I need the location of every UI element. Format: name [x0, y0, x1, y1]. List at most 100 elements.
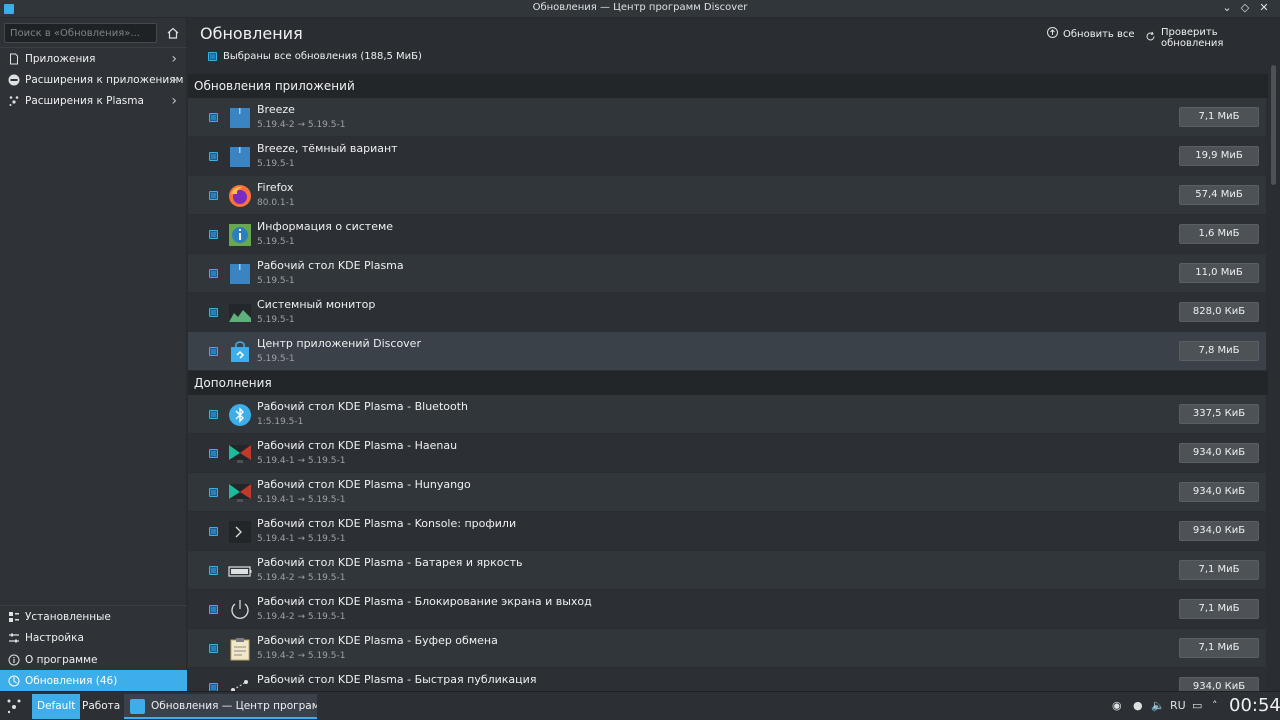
- package-version: 5.19.5-1: [257, 354, 295, 364]
- row-checkbox[interactable]: [209, 605, 218, 614]
- update-row[interactable]: Рабочий стол KDE Plasma - Haenau 5.19.4-…: [188, 434, 1266, 473]
- minimize-icon[interactable]: ⌄: [1220, 1, 1234, 15]
- update-row[interactable]: Рабочий стол KDE Plasma - Блокирование э…: [188, 590, 1266, 629]
- row-checkbox[interactable]: [209, 488, 218, 497]
- package-name: Breeze: [257, 103, 295, 116]
- update-row[interactable]: Рабочий стол KDE Plasma - Bluetooth 1:5.…: [188, 395, 1266, 434]
- package-size: 7,1 МиБ: [1179, 560, 1259, 580]
- sidebar-item-about[interactable]: О программе: [0, 649, 187, 670]
- chevron-right-icon: ›: [171, 51, 177, 67]
- sidebar-item-installed[interactable]: Установленные: [0, 606, 187, 627]
- update-row[interactable]: Рабочий стол KDE Plasma - Буфер обмена 5…: [188, 629, 1266, 668]
- sidebar-item-label: Настройка: [25, 631, 84, 644]
- scrollbar[interactable]: [1268, 60, 1280, 691]
- update-row[interactable]: Breeze 5.19.4-2 → 5.19.5-1 7,1 МиБ: [188, 98, 1266, 137]
- update-row[interactable]: Рабочий стол KDE Plasma - Батарея и ярко…: [188, 551, 1266, 590]
- package-size: 7,8 МиБ: [1179, 341, 1259, 361]
- package-version: 5.19.4-2 → 5.19.5-1: [257, 573, 346, 583]
- update-row[interactable]: Рабочий стол KDE Plasma - Быстрая публик…: [188, 668, 1266, 691]
- notification-icon[interactable]: ●: [1133, 699, 1143, 712]
- share-icon: [228, 676, 252, 691]
- row-checkbox[interactable]: [209, 230, 218, 239]
- sidebar-item-app-addons[interactable]: Расширения к приложениям ›: [0, 69, 187, 90]
- package-name: Рабочий стол KDE Plasma - Haenau: [257, 439, 458, 452]
- settings-icon: [8, 632, 20, 644]
- update-row[interactable]: Центр приложений Discover 5.19.5-1 7,8 М…: [188, 332, 1266, 371]
- sidebar-item-label: Расширения к Plasma: [25, 94, 144, 107]
- row-checkbox[interactable]: [209, 566, 218, 575]
- row-checkbox[interactable]: [209, 308, 218, 317]
- row-checkbox[interactable]: [209, 113, 218, 122]
- app-launcher-icon[interactable]: [6, 698, 22, 714]
- discover-icon: [130, 699, 145, 714]
- update-row[interactable]: Firefox 80.0.1-1 57,4 МиБ: [188, 176, 1266, 215]
- firefox-icon: [228, 184, 252, 208]
- package-icon: [228, 106, 252, 130]
- volume-icon[interactable]: 🔈: [1151, 699, 1165, 712]
- row-checkbox[interactable]: [209, 152, 218, 161]
- keyboard-layout-indicator[interactable]: RU: [1170, 699, 1186, 712]
- taskbar-task-discover[interactable]: Обновления — Центр программ ...: [124, 694, 317, 719]
- row-checkbox[interactable]: [209, 269, 218, 278]
- desktop-pager-default[interactable]: Default: [32, 694, 81, 719]
- update-row[interactable]: Рабочий стол KDE Plasma - Hunyango 5.19.…: [188, 473, 1266, 512]
- row-checkbox[interactable]: [209, 191, 218, 200]
- scrollbar-thumb[interactable]: [1271, 65, 1276, 185]
- update-row[interactable]: Рабочий стол KDE Plasma - Konsole: профи…: [188, 512, 1266, 551]
- package-name: Рабочий стол KDE Plasma - Буфер обмена: [257, 634, 498, 647]
- row-checkbox[interactable]: [209, 644, 218, 653]
- main-content: Обновления Обновить все Проверить обновл…: [188, 18, 1280, 691]
- sidebar-item-label: О программе: [25, 653, 98, 666]
- desktop-pager-work[interactable]: Работа: [77, 694, 125, 719]
- package-size: 57,4 МиБ: [1179, 185, 1259, 205]
- package-version: 5.19.4-1 → 5.19.5-1: [257, 534, 346, 544]
- sidebar-item-applications[interactable]: Приложения ›: [0, 48, 187, 69]
- display-icon[interactable]: ▭: [1192, 699, 1202, 712]
- wallpaper-icon: [228, 442, 252, 466]
- update-row[interactable]: Breeze, тёмный вариант 5.19.5-1 19,9 МиБ: [188, 137, 1266, 176]
- power-icon: [228, 598, 252, 622]
- task-label: Обновления — Центр программ ...: [151, 700, 317, 712]
- battery-icon: [228, 559, 252, 583]
- checkbox-icon: [208, 52, 217, 61]
- update-row[interactable]: Системный монитор 5.19.5-1 828,0 КиБ: [188, 293, 1266, 332]
- sidebar-item-settings[interactable]: Настройка: [0, 627, 187, 648]
- row-checkbox[interactable]: [209, 347, 218, 356]
- info-icon: [8, 654, 20, 666]
- package-version: 1:5.19.5-1: [257, 417, 304, 427]
- discover-icon: [228, 340, 252, 364]
- package-version: 5.19.5-1: [257, 159, 295, 169]
- row-checkbox[interactable]: [209, 527, 218, 536]
- tray-expand-icon[interactable]: ˄: [1212, 699, 1218, 712]
- update-row[interactable]: Информация о системе 5.19.5-1 1,6 МиБ: [188, 215, 1266, 254]
- sidebar-item-updates[interactable]: Обновления (46): [0, 670, 187, 691]
- clock[interactable]: 00:54: [1229, 695, 1280, 716]
- taskbar: Default Работа Обновления — Центр програ…: [0, 691, 1280, 720]
- sidebar-item-label: Установленные: [25, 610, 111, 623]
- home-button[interactable]: [162, 23, 184, 43]
- package-version: 5.19.4-1 → 5.19.5-1: [257, 495, 346, 505]
- select-all-checkbox[interactable]: Выбраны все обновления (188,5 МиБ): [208, 51, 422, 62]
- package-version: 80.0.1-1: [257, 198, 295, 208]
- sidebar-item-plasma-addons[interactable]: Расширения к Plasma ›: [0, 90, 187, 111]
- package-size: 934,0 КиБ: [1179, 482, 1259, 502]
- package-size: 934,0 КиБ: [1179, 443, 1259, 463]
- search-row: [4, 23, 184, 43]
- update-all-button[interactable]: Обновить все: [1047, 27, 1135, 41]
- row-checkbox[interactable]: [209, 683, 218, 691]
- window-titlebar[interactable]: Обновления — Центр программ Discover ⌄ ◇…: [0, 0, 1280, 18]
- search-input[interactable]: [4, 23, 157, 43]
- check-updates-button[interactable]: Проверить обновления: [1145, 27, 1280, 49]
- updates-tray-icon[interactable]: ◉: [1112, 699, 1122, 712]
- update-row[interactable]: Рабочий стол KDE Plasma 5.19.5-1 11,0 Ми…: [188, 254, 1266, 293]
- chevron-right-icon: ›: [171, 72, 177, 88]
- maximize-icon[interactable]: ◇: [1238, 1, 1252, 15]
- row-checkbox[interactable]: [209, 449, 218, 458]
- close-icon[interactable]: ✕: [1257, 1, 1271, 15]
- row-checkbox[interactable]: [209, 410, 218, 419]
- package-version: 5.19.5-1: [257, 315, 295, 325]
- package-size: 19,9 МиБ: [1179, 146, 1259, 166]
- package-size: 11,0 МиБ: [1179, 263, 1259, 283]
- package-size: 337,5 КиБ: [1179, 404, 1259, 424]
- package-name: Рабочий стол KDE Plasma - Bluetooth: [257, 400, 469, 413]
